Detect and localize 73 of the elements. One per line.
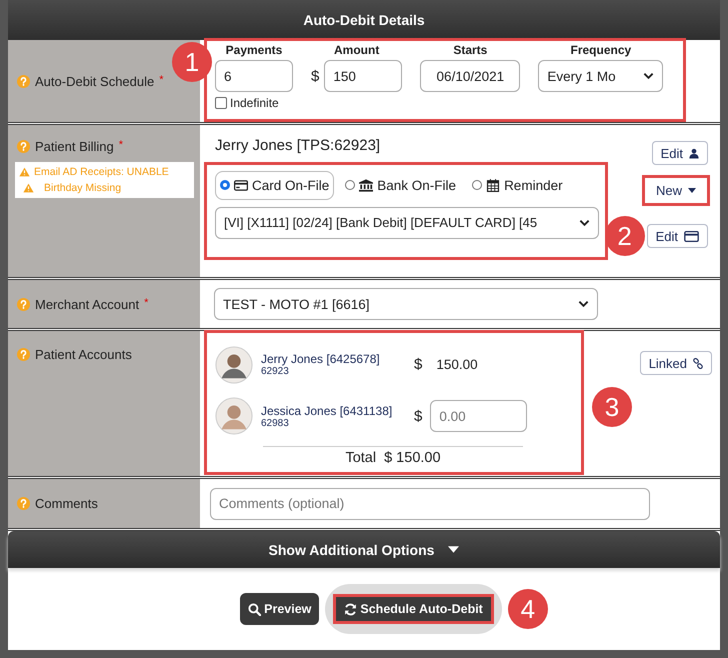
column-label: Payments [226, 43, 282, 57]
chevron-down-icon [578, 300, 589, 308]
column-label: Amount [334, 43, 380, 57]
payment-method-option[interactable]: Card On-File [215, 170, 334, 200]
amount-text: 150.00 [436, 357, 478, 372]
chevron-down-icon [579, 218, 590, 226]
caret-icon [448, 546, 460, 553]
edit-card-button[interactable]: Edit [646, 224, 708, 248]
help-icon [17, 298, 30, 310]
avatar-icon [215, 346, 253, 384]
user-icon [689, 148, 699, 158]
account-id: 62923 [261, 366, 290, 378]
frequency-dropdown[interactable]: Every 1 Mo [538, 60, 664, 92]
field-label: Merchant Account [35, 296, 140, 312]
checkbox[interactable] [215, 97, 227, 109]
account-name: Jerry Jones [6425678] [261, 352, 381, 366]
currency-symbol: $ [311, 68, 320, 84]
warning-icon [19, 167, 30, 177]
account-id: 62983 [261, 418, 290, 429]
payment-method-option[interactable]: Reminder [467, 170, 568, 200]
calendar-icon [486, 178, 500, 192]
schedule-button[interactable]: Schedule Auto-Debit [333, 594, 494, 624]
field-label: Patient Accounts [35, 347, 132, 362]
required-mark: * [144, 296, 148, 308]
credit-card-icon [234, 178, 248, 192]
search-icon [248, 602, 262, 616]
radio-button[interactable] [472, 180, 482, 190]
help-icon [17, 348, 30, 361]
patient-name: Jerry Jones [TPS:62923] [214, 136, 382, 156]
amount-field[interactable]: 0.00 [430, 400, 528, 432]
input-field[interactable]: 6 [215, 60, 293, 92]
currency-symbol: $ [414, 356, 422, 374]
edit-patient-button[interactable]: Edit [652, 141, 708, 165]
chevron-down-icon [643, 72, 654, 80]
callout-badge: 4 [508, 589, 548, 629]
help-icon [17, 497, 30, 510]
field-label: Patient Billing [35, 139, 114, 154]
caret-icon [688, 188, 696, 193]
callout-badge: 2 [604, 216, 645, 256]
help-icon [17, 140, 30, 153]
additional-options-bar[interactable]: Show Additional Options [8, 531, 720, 568]
link-icon [693, 358, 703, 368]
refresh-icon [344, 602, 358, 616]
warning-icon [23, 183, 34, 193]
payment-method-option[interactable]: Bank On-File [340, 170, 462, 200]
currency-symbol: $ [414, 408, 422, 425]
callout-badge: 3 [592, 387, 632, 427]
warning-text: Email AD Receipts: UNABLE [34, 165, 169, 180]
date-field[interactable]: 06/10/2021 [420, 60, 520, 92]
account-name: Jessica Jones [6431138] [261, 404, 394, 418]
radio-button[interactable] [345, 180, 356, 190]
preview-button[interactable]: Preview [240, 593, 320, 625]
bank-icon [359, 178, 374, 192]
warning-text: Birthday Missing [44, 181, 122, 196]
linked-button[interactable]: Linked [640, 351, 712, 375]
field-label: Auto-Debit Schedule [35, 74, 154, 88]
radio-button[interactable] [220, 180, 230, 190]
avatar-icon [215, 397, 253, 436]
column-label: Frequency [570, 43, 632, 57]
help-icon [17, 74, 30, 88]
total-label: Total [345, 450, 376, 466]
card-dropdown[interactable]: [VI] [X1111] [02/24] [Bank Debit] [DEFAULT CARD] [45 [215, 206, 599, 238]
required-mark: * [118, 139, 124, 151]
column-label: Starts [453, 43, 488, 57]
checkbox-label: Indefinite [230, 96, 279, 110]
credit-card-icon [684, 230, 699, 242]
comments-field[interactable]: Comments (optional) [210, 488, 650, 520]
field-label: Comments [35, 496, 98, 511]
input-field[interactable]: 150 [324, 60, 402, 92]
total-amount: $ 150.00 [384, 450, 441, 466]
merchant-dropdown[interactable]: TEST - MOTO #1 [6616] [214, 288, 598, 320]
section-header: Auto-Debit Details [8, 0, 720, 40]
required-mark: * [159, 74, 164, 86]
